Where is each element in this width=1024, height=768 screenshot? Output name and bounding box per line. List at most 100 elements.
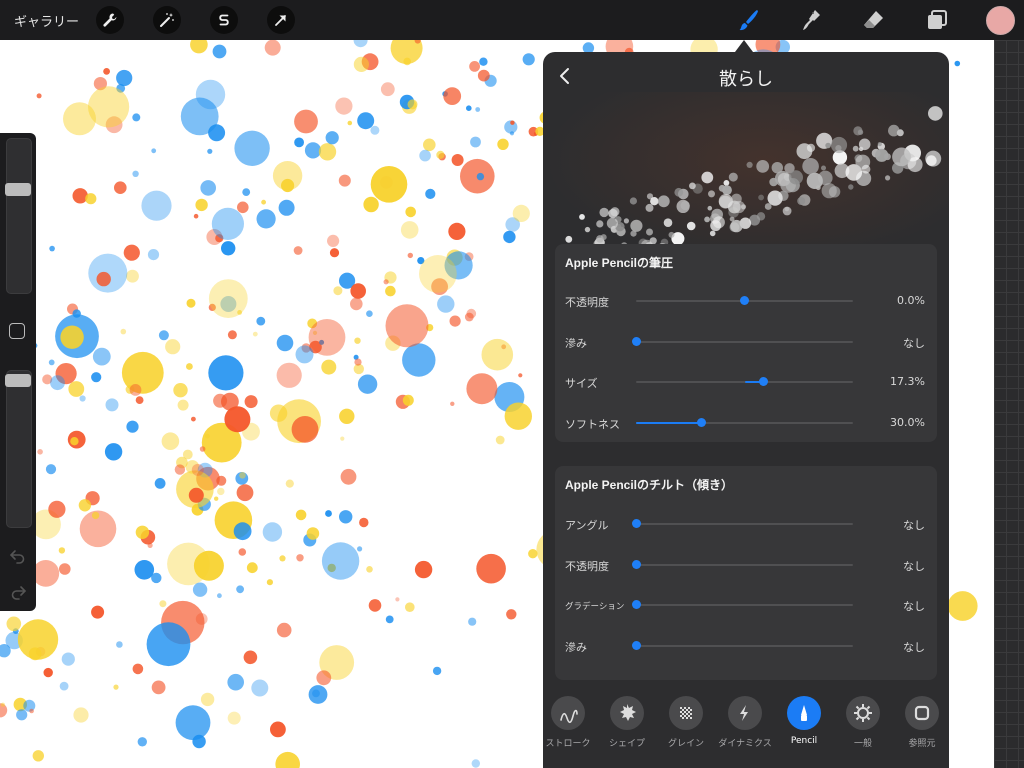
setting-slider-track[interactable] [636,523,853,525]
setting-slider-knob[interactable] [631,336,641,346]
layers-button[interactable] [922,5,952,35]
selection-button[interactable] [210,6,238,34]
paint-dot [281,178,295,193]
preview-dot [821,183,837,199]
paint-dot [256,316,266,326]
paint-dot [339,510,353,524]
tab-source-square[interactable]: 参照元 [893,696,949,749]
redo-icon[interactable] [9,583,27,601]
setting-slider-knob[interactable] [631,519,641,528]
preview-dot [806,172,823,189]
transform-button[interactable] [267,6,295,34]
paint-dot [205,433,210,439]
setting-slider-knob[interactable] [631,641,641,651]
tab-icon-button[interactable] [728,696,762,730]
paint-dot [296,554,304,562]
paint-dot [6,616,22,632]
setting-slider-knob[interactable] [740,296,749,305]
paint-dot [60,325,84,349]
paint-dot [503,230,516,244]
brush-size-slider[interactable] [6,138,32,294]
tab-pencil-tip[interactable]: Pencil [775,696,833,746]
preview-dot [858,138,871,151]
setting-slider-track[interactable] [636,645,853,648]
brush-tool-button[interactable] [733,5,763,35]
setting-value: 17.3% [890,375,925,388]
paint-dot [200,692,215,707]
tab-icon-button[interactable] [787,696,821,730]
paint-dot [510,120,515,125]
setting-slider-knob[interactable] [696,417,706,427]
tab-icon-button[interactable] [905,696,939,730]
setting-slider-knob[interactable] [631,559,641,569]
modify-button[interactable] [9,323,25,339]
eraser-tool-button[interactable] [859,5,889,35]
brush-opacity-slider[interactable] [6,370,32,528]
preview-dot [821,165,826,171]
paint-dot [135,525,150,539]
paint-dot [278,199,295,216]
paint-dot [91,605,105,619]
tab-general-gear[interactable]: 一般 [834,696,892,749]
paint-dot [151,680,166,695]
preview-dot [784,206,790,212]
paint-dot [363,196,379,213]
tab-icon-button[interactable] [669,696,703,730]
brush-icon [739,10,758,31]
paint-dot [312,689,320,698]
actions-button[interactable] [96,6,124,34]
paint-dot [468,617,477,626]
tab-icon-button[interactable] [551,696,585,730]
tab-stroke-wave[interactable]: ストローク [543,696,597,749]
preview-dot [926,155,937,166]
paint-dot [464,312,474,322]
paint-dot [266,579,273,586]
undo-icon[interactable] [9,547,27,565]
adjustments-button[interactable] [153,6,181,34]
paint-dot [45,464,57,475]
paint-dot [304,142,322,159]
color-picker-button[interactable] [986,6,1015,35]
paint-dot [294,109,318,134]
card-title: Apple Pencilの筆圧 [565,256,674,270]
paint-dot [321,359,337,375]
paint-dot [414,560,433,579]
smudge-icon [803,10,820,30]
paint-dot [306,527,320,540]
paint-dot [370,125,380,135]
paint-dot [70,437,79,446]
paint-dot [116,641,123,648]
shape-splat-icon [620,704,636,721]
setting-slider-knob[interactable] [631,600,641,610]
setting-slider-track[interactable] [636,340,853,343]
paint-dot [495,435,505,445]
gallery-button[interactable]: ギャラリー [14,11,79,30]
paint-dot [419,255,457,293]
brush-opacity-thumb[interactable] [5,374,31,387]
brush-size-thumb[interactable] [5,183,31,196]
setting-slider-track[interactable] [636,563,853,566]
preview-dot [712,216,725,229]
smudge-tool-button[interactable] [796,5,826,35]
tab-shape-splat[interactable]: シェイプ [598,696,656,749]
paint-dot [137,737,147,747]
tab-icon-button[interactable] [846,696,880,730]
paint-dot [279,555,286,562]
setting-value: 30.0% [890,415,925,429]
paint-dot [395,597,400,602]
paint-dot [221,241,236,256]
paint-dot [476,172,485,181]
tab-grain-checker[interactable]: グレイン [657,696,715,749]
paint-dot [37,449,43,455]
paint-dot [217,593,222,599]
paint-dot [234,130,270,166]
paint-dot [947,591,978,621]
paint-dot [354,358,362,366]
setting-slider-track[interactable] [636,604,853,607]
tab-icon-button[interactable] [610,696,644,730]
panel-title: 散らし [719,69,773,90]
setting-slider-knob[interactable] [758,377,768,386]
pencil-tilt-card: Apple Pencilのチルト（傾き） アングル なし 不透明度 なし グラデーション… [555,466,937,680]
paint-dot [126,420,139,433]
tab-dynamics-bolt[interactable]: ダイナミクス [716,696,774,749]
